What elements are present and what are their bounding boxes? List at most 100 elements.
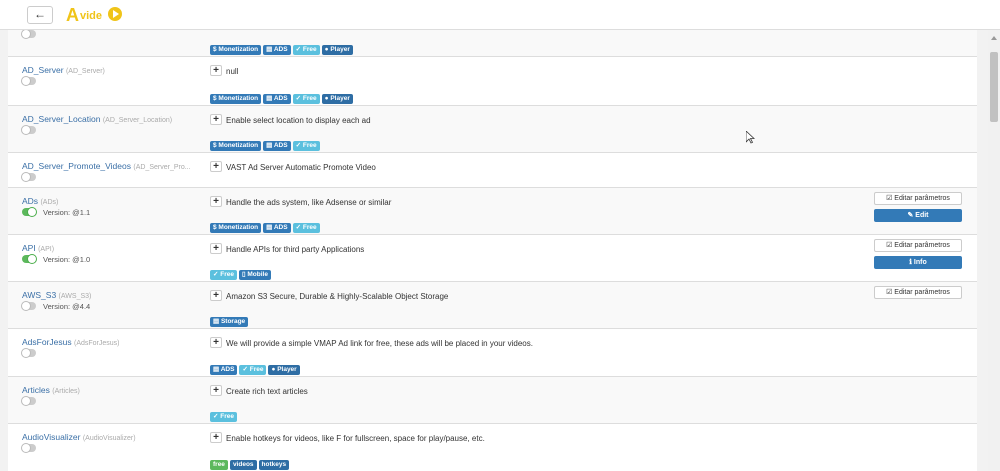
- scrollbar[interactable]: [988, 30, 1000, 471]
- expand-description-button[interactable]: +: [210, 243, 222, 254]
- plugin-name[interactable]: AudioVisualizer: [22, 432, 80, 442]
- play-logo-icon: [108, 7, 122, 21]
- tag-ads[interactable]: ▤ ADS: [210, 365, 238, 375]
- plugin-name[interactable]: AD_Server_Promote_Videos: [22, 161, 131, 171]
- plugin-tags: $ Monetization ▤ ADS ✓ Free: [210, 141, 322, 151]
- tag-ads[interactable]: ▤ ADS: [263, 223, 291, 233]
- tag-free[interactable]: ✓ Free: [292, 223, 320, 233]
- plugin-row: AdsForJesus (AdsForJesus) + We will provid…: [8, 329, 977, 377]
- plugin-tags: $ Monetization ▤ ADS ✓ Free ● Player: [210, 45, 355, 55]
- plugin-enable-toggle[interactable]: [21, 30, 36, 39]
- scroll-up-arrow[interactable]: [991, 36, 997, 40]
- edit-button[interactable]: ✎ Edit: [874, 209, 962, 222]
- plugin-name-link[interactable]: AD_Server_Location (AD_Server_Location): [22, 114, 172, 124]
- tag-ads[interactable]: ▤ ADS: [263, 141, 291, 151]
- tag-player[interactable]: ● Player: [321, 45, 353, 55]
- tag-monetization[interactable]: $ Monetization: [210, 141, 262, 151]
- tag-label: free: [213, 461, 225, 468]
- tag-free[interactable]: ✓ Free: [210, 270, 237, 280]
- tag-icon: ✓: [295, 46, 303, 53]
- tag-ads[interactable]: ▤ ADS: [263, 45, 291, 55]
- tag-monetization[interactable]: $ Monetization: [210, 223, 262, 233]
- tag-monetization[interactable]: $ Monetization: [210, 45, 262, 55]
- plugin-enable-toggle[interactable]: [22, 207, 37, 217]
- tag-storage[interactable]: ▤ Storage: [210, 317, 249, 327]
- tag-label: Monetization: [218, 142, 259, 149]
- expand-description-button[interactable]: +: [210, 290, 222, 301]
- plugin-enable-toggle[interactable]: [21, 443, 36, 453]
- plugin-enable-toggle[interactable]: [21, 125, 36, 135]
- tag-free[interactable]: ✓ Free: [239, 365, 267, 375]
- plugin-enable-toggle[interactable]: [21, 172, 36, 182]
- expand-description-button[interactable]: +: [210, 161, 222, 172]
- edit-parameters-button[interactable]: ☑ Editar parâmetros: [874, 286, 962, 299]
- expand-description-button[interactable]: +: [210, 65, 222, 76]
- plugin-name[interactable]: API: [22, 243, 36, 253]
- tag-ads[interactable]: ▤ ADS: [263, 94, 291, 104]
- plugin-name[interactable]: AdsForJesus: [22, 337, 72, 347]
- tag-label: ADS: [220, 366, 235, 373]
- tag-free[interactable]: ✓ Free: [292, 141, 320, 151]
- tag-label: Player: [330, 95, 350, 102]
- tag-label: Free: [302, 95, 317, 102]
- plugin-id: (AdsForJesus): [73, 340, 120, 347]
- tag-free[interactable]: ✓ Free: [292, 45, 320, 55]
- plugin-name-link[interactable]: API (API): [22, 243, 54, 253]
- plugin-name-link[interactable]: AD_Server (AD_Server): [22, 65, 105, 75]
- info-button[interactable]: ℹ Info: [874, 256, 962, 269]
- plugin-description: Handle APIs for third party Applications: [226, 245, 365, 254]
- plugin-row: AD_Server_Promote_Videos (AD_Server_Pro.…: [8, 153, 977, 188]
- plugin-enable-toggle[interactable]: [21, 301, 36, 311]
- tag-free[interactable]: free: [210, 460, 228, 470]
- plugin-name-link[interactable]: Articles (Articles): [22, 385, 80, 395]
- tag-player[interactable]: ● Player: [321, 94, 353, 104]
- plugin-name[interactable]: AD_Server: [22, 65, 64, 75]
- plugin-id: (ADs): [40, 199, 59, 206]
- plugin-name-link[interactable]: AdsForJesus (AdsForJesus): [22, 337, 120, 347]
- plugin-name-link[interactable]: AWS_S3 (AWS_S3): [22, 290, 91, 300]
- plugin-name-link[interactable]: ADs (ADs): [22, 196, 58, 206]
- plugin-enable-toggle[interactable]: [22, 254, 37, 264]
- tag-free[interactable]: ✓ Free: [210, 412, 237, 422]
- plugin-name[interactable]: ADs: [22, 196, 38, 206]
- plugin-description: VAST Ad Server Automatic Promote Video: [226, 163, 376, 172]
- back-button[interactable]: ←: [27, 6, 53, 24]
- plugin-description: Enable hotkeys for videos, like F for fu…: [226, 434, 485, 443]
- scrollbar-thumb[interactable]: [990, 52, 998, 122]
- plugin-description: We will provide a simple VMAP Ad link fo…: [226, 339, 533, 348]
- tag-icon: ✓: [295, 224, 303, 231]
- tag-player[interactable]: ● Player: [268, 365, 300, 375]
- tag-label: ADS: [273, 224, 288, 231]
- expand-description-button[interactable]: +: [210, 432, 222, 443]
- plugin-name[interactable]: Articles: [22, 385, 50, 395]
- tag-label: Free: [302, 142, 317, 149]
- tag-label: Free: [249, 366, 264, 373]
- plugin-enable-toggle[interactable]: [21, 396, 36, 406]
- plugin-name[interactable]: AWS_S3: [22, 290, 56, 300]
- plugin-tags: ✓ Free ▯ Mobile: [210, 270, 273, 280]
- plugin-name[interactable]: AD_Server_Location: [22, 114, 100, 124]
- button-label: Info: [913, 259, 927, 266]
- plugin-name-link[interactable]: AD_Server_Promote_Videos (AD_Server_Pro.…: [22, 161, 191, 171]
- tag-free[interactable]: ✓ Free: [292, 94, 320, 104]
- button-label: Editar parâmetros: [894, 289, 950, 296]
- tag-label: ADS: [273, 95, 288, 102]
- expand-description-button[interactable]: +: [210, 196, 222, 207]
- tag-label: Free: [302, 46, 317, 53]
- plugin-name-link[interactable]: AudioVisualizer (AudioVisualizer): [22, 432, 136, 442]
- tag-hotkeys[interactable]: hotkeys: [258, 460, 290, 470]
- tag-mobile[interactable]: ▯ Mobile: [239, 270, 271, 280]
- tag-label: Monetization: [218, 46, 259, 53]
- tag-monetization[interactable]: $ Monetization: [210, 94, 262, 104]
- edit-parameters-button[interactable]: ☑ Editar parâmetros: [874, 239, 962, 252]
- tag-label: Free: [220, 413, 234, 420]
- expand-description-button[interactable]: +: [210, 337, 222, 348]
- plugin-description: null: [226, 67, 239, 76]
- plugin-enable-toggle[interactable]: [21, 76, 36, 86]
- tag-icon: ▤: [266, 142, 274, 149]
- plugin-enable-toggle[interactable]: [21, 348, 36, 358]
- expand-description-button[interactable]: +: [210, 114, 222, 125]
- expand-description-button[interactable]: +: [210, 385, 222, 396]
- tag-videos[interactable]: videos: [229, 460, 257, 470]
- edit-parameters-button[interactable]: ☑ Editar parâmetros: [874, 192, 962, 205]
